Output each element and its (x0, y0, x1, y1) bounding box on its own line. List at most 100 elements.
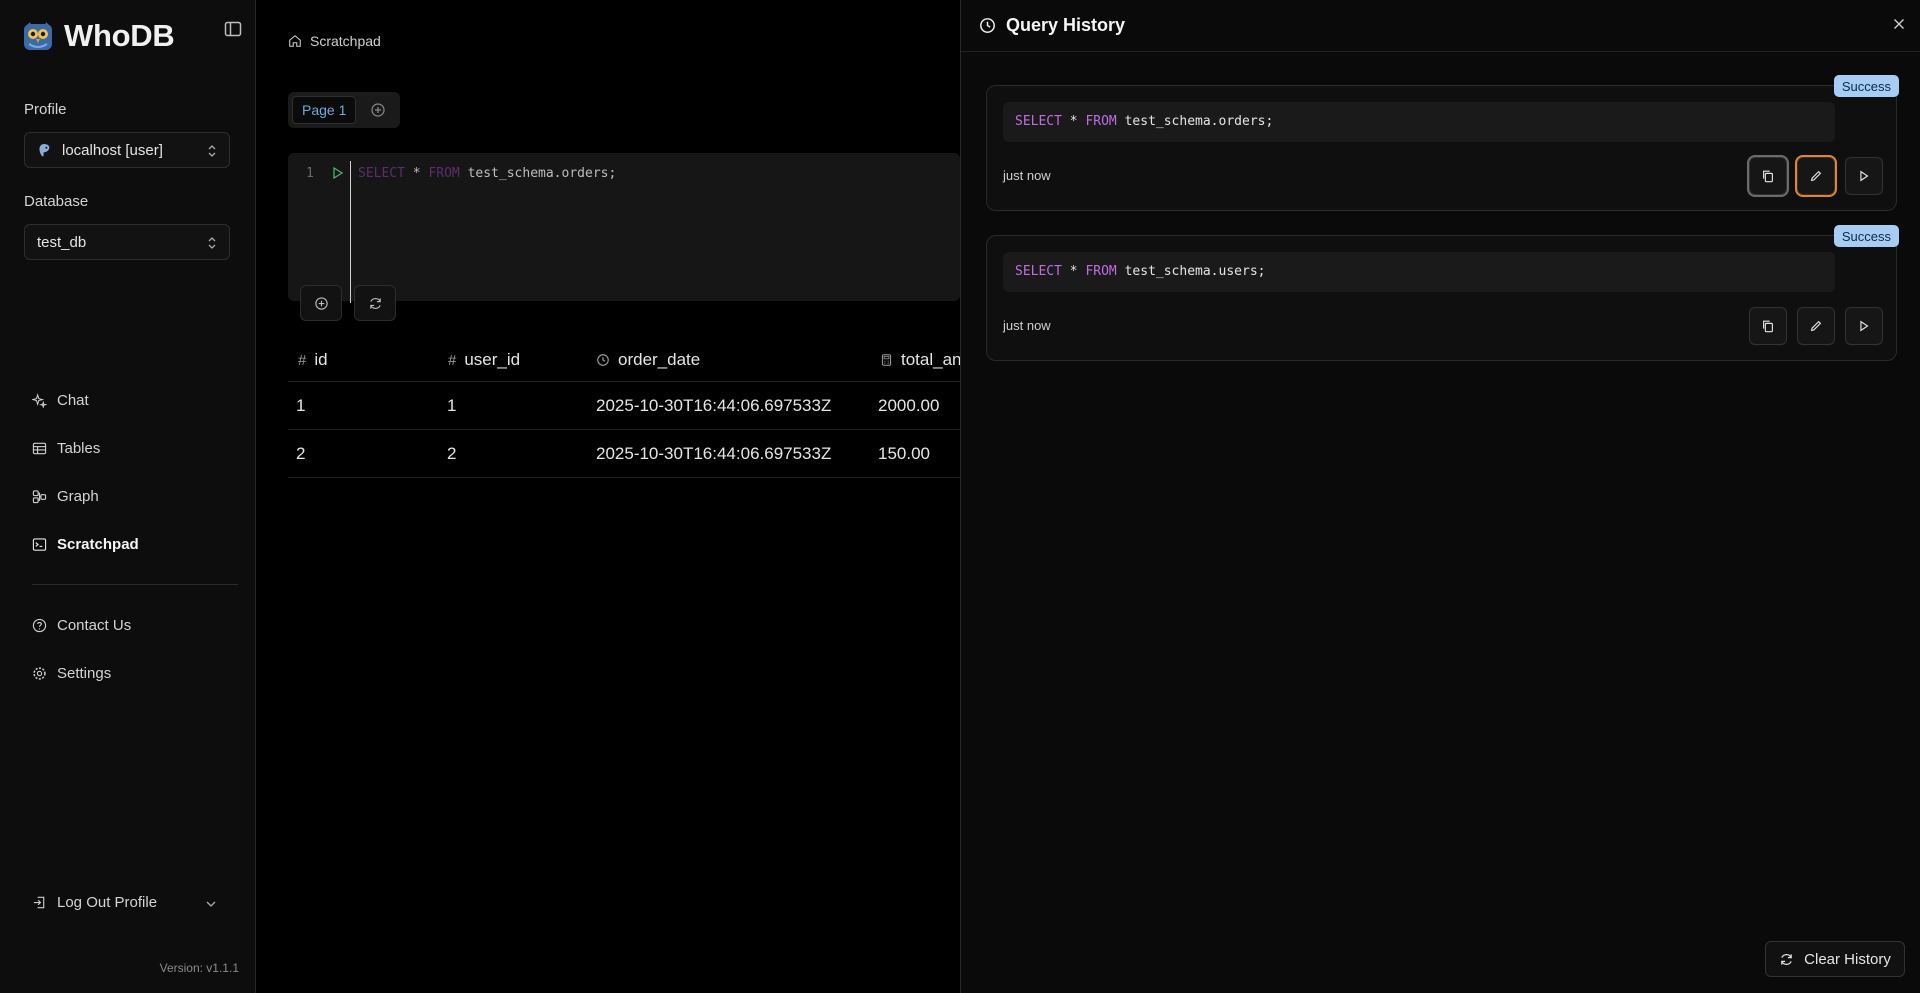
query-text: SELECT * FROM test_schema.users; (1003, 252, 1835, 292)
refresh-icon (1781, 953, 1792, 965)
sql-token: test_schema.orders; (459, 166, 617, 181)
run-button[interactable] (1845, 307, 1883, 345)
query-time: just now (1003, 168, 1051, 183)
nav-label: Scratchpad (57, 536, 139, 553)
database-select[interactable]: test_db (24, 224, 230, 260)
status-badge: Success (1833, 225, 1899, 247)
play-icon (1860, 320, 1869, 332)
table-cell: 2025-10-30T16:44:06.697533Z (596, 444, 832, 463)
sql-keyword: FROM (1085, 264, 1117, 279)
column-label: total_an (901, 350, 962, 369)
history-icon (980, 18, 995, 33)
nav-tables[interactable]: Tables (32, 440, 100, 457)
sql-editor[interactable]: 1 SELECT * FROM test_schema.orders; (288, 153, 960, 303)
editor-caret (350, 161, 351, 303)
pencil-icon (1810, 170, 1822, 182)
clear-history-label: Clear History (1804, 950, 1891, 968)
query-history-drawer: Query History Success SELECT * FROM test… (960, 0, 1920, 993)
owl-logo-icon (24, 22, 52, 50)
sql-keyword: FROM (428, 166, 460, 181)
sql-token: * (1061, 264, 1086, 279)
sql-token: test_schema.orders; (1116, 114, 1274, 129)
edit-button[interactable] (1797, 157, 1835, 195)
refresh-button[interactable] (354, 285, 396, 321)
page-tabs: Page 1 (288, 92, 400, 128)
nav-label: Contact Us (57, 617, 132, 634)
play-icon (1860, 170, 1869, 182)
table-cell: 1 (296, 396, 306, 415)
history-item: Success SELECT * FROM test_schema.orders… (986, 75, 1899, 211)
table-cell: 1 (447, 396, 457, 415)
logout-button[interactable]: Log Out Profile (32, 894, 157, 911)
run-button[interactable] (1845, 157, 1883, 195)
drawer-title-text: Query History (1006, 15, 1126, 35)
brand[interactable]: WhoDB (22, 18, 175, 54)
nav-label: Graph (57, 488, 99, 505)
help-circle-icon (32, 618, 47, 633)
column-header-id[interactable]: # id (298, 350, 328, 370)
calculator-icon (881, 354, 892, 366)
column-label: id (314, 350, 328, 369)
copy-button[interactable] (1749, 157, 1787, 195)
nav-chat[interactable]: Chat (32, 392, 89, 409)
sql-keyword: FROM (1085, 114, 1117, 129)
nav-label: Chat (57, 392, 89, 409)
editor-code[interactable]: SELECT * FROM test_schema.orders; (358, 166, 616, 181)
sidebar-toggle-icon[interactable] (224, 20, 242, 38)
nav-scratchpad[interactable]: Scratchpad (32, 536, 139, 553)
home-icon (289, 35, 301, 47)
nav-contact-us[interactable]: Contact Us (32, 617, 131, 634)
table-cell: 2025-10-30T16:44:06.697533Z (596, 396, 832, 415)
add-page-icon[interactable] (370, 102, 386, 118)
database-label: Database (24, 193, 89, 210)
clear-history-button[interactable]: Clear History (1765, 941, 1905, 977)
chevron-up-down-icon (208, 145, 216, 157)
copy-button[interactable] (1749, 307, 1787, 345)
column-header-total-amount[interactable]: total_an (880, 350, 962, 370)
sql-token: * (404, 166, 429, 181)
chevron-up-down-icon (208, 237, 216, 249)
logout-icon (33, 896, 45, 909)
logout-label: Log Out Profile (57, 894, 158, 911)
pencil-icon (1810, 320, 1822, 332)
nav-graph[interactable]: Graph (32, 488, 99, 505)
hash-icon: # (448, 351, 457, 369)
database-value: test_db (37, 233, 87, 251)
nav-settings[interactable]: Settings (32, 665, 111, 682)
sql-keyword: SELECT (1015, 114, 1062, 129)
query-text: SELECT * FROM test_schema.orders; (1003, 102, 1835, 142)
table-cell: 2000.00 (878, 396, 940, 415)
run-line-icon[interactable] (332, 166, 344, 180)
column-header-order-date[interactable]: order_date (596, 350, 700, 370)
table-row[interactable]: 1 1 2025-10-30T16:44:06.697533Z 2000.00 (288, 382, 960, 430)
sql-token: test_schema.users; (1116, 264, 1266, 279)
table-row[interactable]: 2 2 2025-10-30T16:44:06.697533Z 150.00 (288, 430, 960, 478)
clock-icon (597, 354, 609, 366)
sidebar-divider (32, 584, 238, 585)
profile-label: Profile (24, 101, 67, 118)
chevron-down-icon[interactable] (204, 897, 218, 911)
sidebar: WhoDB Profile localhost [user] Database … (0, 0, 256, 993)
copy-icon (1763, 170, 1773, 183)
postgres-icon (39, 143, 50, 156)
close-icon[interactable] (1891, 16, 1907, 32)
refresh-icon (369, 297, 381, 309)
plus-circle-icon (314, 296, 328, 310)
column-label: user_id (464, 350, 521, 369)
sql-keyword: SELECT (358, 166, 405, 181)
drawer-header: Query History (961, 0, 1920, 52)
add-cell-button[interactable] (300, 285, 342, 321)
results-table: # id # user_id order_date total_an 1 1 202… (288, 340, 962, 478)
sql-keyword: SELECT (1015, 264, 1062, 279)
profile-select[interactable]: localhost [user] (24, 132, 230, 168)
gear-icon (33, 667, 46, 680)
column-header-user-id[interactable]: # user_id (448, 350, 520, 370)
query-time: just now (1003, 318, 1051, 333)
edit-button[interactable] (1797, 307, 1835, 345)
tab-page-1[interactable]: Page 1 (292, 96, 357, 124)
table-cell: 150.00 (878, 444, 930, 463)
graph-icon (32, 490, 47, 504)
line-number: 1 (306, 166, 314, 181)
breadcrumb[interactable]: Scratchpad (288, 33, 381, 49)
hash-icon: # (298, 351, 307, 369)
